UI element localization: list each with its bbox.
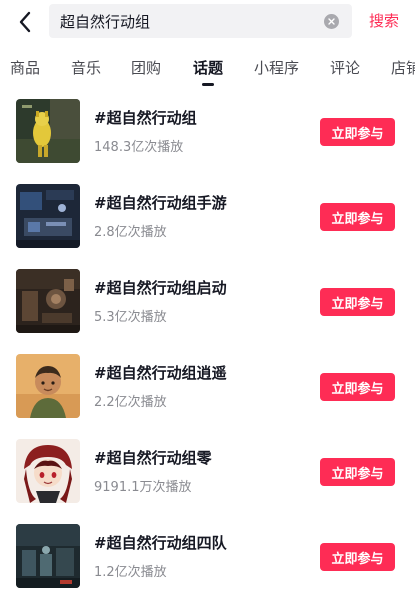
join-button[interactable]: 立即参与 — [320, 373, 395, 401]
join-button[interactable]: 立即参与 — [320, 118, 395, 146]
search-header: 搜索 — [0, 0, 415, 42]
join-button[interactable]: 立即参与 — [320, 458, 395, 486]
tab-mini-programs[interactable]: 小程序 — [254, 57, 299, 78]
tab-goods[interactable]: 商品 — [10, 57, 40, 78]
topic-play-count: 2.8亿次播放 — [94, 225, 167, 240]
topic-thumbnail — [16, 184, 80, 248]
search-box — [49, 4, 352, 38]
category-tabs: 商品 音乐 团购 话题 小程序 评论 店铺 — [0, 50, 415, 90]
tab-music[interactable]: 音乐 — [71, 57, 101, 78]
clear-search-button[interactable] — [324, 14, 339, 29]
tab-topics[interactable]: 话题 — [193, 57, 223, 78]
topic-play-count: 9191.1万次播放 — [94, 480, 192, 495]
topic-row[interactable]: #超自然行动组启动 5.3亿次播放 立即参与 — [0, 260, 415, 345]
topic-play-count: 148.3亿次播放 — [94, 140, 184, 155]
topic-thumbnail — [16, 354, 80, 418]
tab-comments[interactable]: 评论 — [330, 57, 360, 78]
search-button[interactable]: 搜索 — [369, 10, 399, 31]
topic-row[interactable]: #超自然行动组 148.3亿次播放 立即参与 — [0, 90, 415, 175]
topic-row[interactable]: #超自然行动组四队 1.2亿次播放 立即参与 — [0, 515, 415, 600]
back-button[interactable] — [10, 7, 40, 37]
topic-thumbnail — [16, 99, 80, 163]
chevron-left-icon — [19, 11, 31, 33]
topic-title: #超自然行动组逍遥 — [94, 364, 227, 382]
active-tab-indicator — [202, 83, 214, 86]
join-button[interactable]: 立即参与 — [320, 288, 395, 316]
search-input[interactable] — [60, 4, 320, 38]
topic-title: #超自然行动组启动 — [94, 279, 227, 297]
tab-shops[interactable]: 店铺 — [391, 57, 415, 78]
topic-play-count: 5.3亿次播放 — [94, 310, 167, 325]
join-button[interactable]: 立即参与 — [320, 543, 395, 571]
join-button[interactable]: 立即参与 — [320, 203, 395, 231]
topic-play-count: 1.2亿次播放 — [94, 565, 167, 580]
topic-thumbnail — [16, 524, 80, 588]
topic-title: #超自然行动组四队 — [94, 534, 227, 552]
topic-title: #超自然行动组零 — [94, 449, 212, 467]
topic-title: #超自然行动组手游 — [94, 194, 227, 212]
topic-row[interactable]: #超自然行动组零 9191.1万次播放 立即参与 — [0, 430, 415, 515]
topic-thumbnail — [16, 269, 80, 333]
topic-play-count: 2.2亿次播放 — [94, 395, 167, 410]
tab-group-buy[interactable]: 团购 — [131, 57, 161, 78]
topic-row[interactable]: #超自然行动组逍遥 2.2亿次播放 立即参与 — [0, 345, 415, 430]
topic-row[interactable]: #超自然行动组手游 2.8亿次播放 立即参与 — [0, 175, 415, 260]
topic-title: #超自然行动组 — [94, 109, 197, 127]
close-icon — [328, 18, 335, 25]
topic-thumbnail — [16, 439, 80, 503]
